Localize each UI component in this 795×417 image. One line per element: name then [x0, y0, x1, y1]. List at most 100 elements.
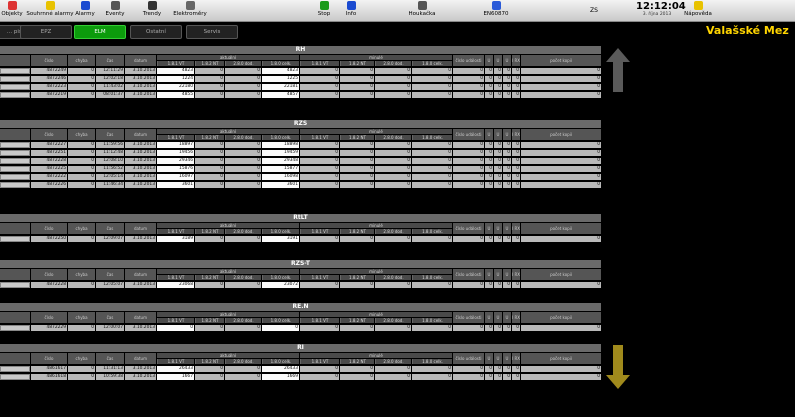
toolbar-help-button[interactable]: Nápověda — [683, 1, 713, 21]
column-header: 1.8.2 NT — [340, 275, 374, 280]
column-header — [0, 223, 30, 234]
column-header: U RX — [485, 223, 493, 242]
row-select-button[interactable] — [0, 182, 30, 188]
meter-id: 4872228 — [31, 158, 67, 164]
reading-value: 16097 — [157, 174, 194, 180]
time-value: 10:59:38 — [96, 374, 124, 380]
column-header: I RX — [512, 353, 520, 364]
reading-value: 26433 — [157, 366, 194, 372]
column-header: 1.8.1 VT — [300, 135, 339, 140]
column-header: číslo události — [453, 55, 484, 66]
row-select-button[interactable] — [0, 325, 30, 331]
tab-4[interactable]: Servis — [186, 25, 238, 39]
toolbar-network-button[interactable]: EN60870 — [478, 1, 514, 21]
reading-value: 19459 — [262, 150, 299, 156]
reading-value: 19456 — [157, 150, 194, 156]
column-header: 1.8.0 celk. — [262, 229, 299, 234]
column-header: číslo — [31, 223, 67, 234]
column-header: 1.8.1 VT — [157, 135, 194, 140]
flag-value: 0 — [485, 158, 493, 164]
row-select-button[interactable] — [0, 174, 30, 180]
toolbar-horn-button[interactable]: Houkačka — [404, 1, 440, 21]
row-select-button[interactable] — [0, 150, 30, 156]
tab-1[interactable]: EPZ — [20, 25, 72, 39]
event-number: 0 — [453, 182, 484, 188]
column-header: U RX — [503, 129, 511, 148]
copy-count: 0 — [521, 374, 601, 380]
reading-value: 0 — [195, 84, 224, 90]
reading-value: 0 — [375, 142, 411, 148]
reading-value: 1225 — [262, 76, 299, 82]
meter-id: 4872225 — [31, 166, 67, 172]
date-value: 3.10.2013 — [125, 150, 156, 156]
column-header — [0, 55, 30, 66]
date-value: 3.10.2013 — [125, 166, 156, 172]
reading-value: 0 — [225, 166, 261, 172]
tab-3[interactable]: Ostatní — [130, 25, 182, 39]
time-value: 11:56:52 — [96, 166, 124, 172]
toolbar-trends-button[interactable]: Trendy — [138, 1, 166, 21]
flag-value: 0 — [494, 84, 502, 90]
toolbar-label: Info — [345, 11, 357, 17]
reading-value: 0 — [340, 150, 374, 156]
reading-value: 0 — [195, 325, 224, 331]
date-value: 3.10.2013 — [125, 174, 156, 180]
toolbar-alarms-button[interactable]: Alarmy — [72, 1, 98, 21]
meter-id: 4861618 — [31, 374, 67, 380]
column-header: U RX — [485, 269, 493, 288]
reading-value: 0 — [340, 174, 374, 180]
objects-icon — [7, 1, 17, 10]
flag-value: 0 — [512, 142, 520, 148]
column-header-row: číslo chyba čas datum aktuální minulé 1.8.1 VT… — [0, 223, 601, 242]
tab-2[interactable]: ELM — [74, 25, 126, 39]
toolbar-summary-alarms-button[interactable]: Souhrnné alarmy — [26, 1, 74, 21]
toolbar-objects-button[interactable]: Objekty — [0, 1, 24, 21]
reading-value: 0 — [300, 325, 339, 331]
row-select-button[interactable] — [0, 366, 30, 372]
reading-value: 29348 — [262, 158, 299, 164]
electricity-meters-icon — [185, 1, 195, 10]
toolbar-electricity-meters-button[interactable]: Elektroměry — [170, 1, 210, 21]
row-select-button[interactable] — [0, 142, 30, 148]
meter-id: 4872227 — [31, 142, 67, 148]
row-select-button[interactable] — [0, 68, 30, 74]
flag-value: 0 — [512, 166, 520, 172]
row-select-button[interactable] — [0, 374, 30, 380]
row-select-button[interactable] — [0, 92, 30, 98]
row-select-button[interactable] — [0, 158, 30, 164]
scroll-down-arrow-icon[interactable] — [606, 345, 630, 389]
copy-count: 0 — [521, 166, 601, 172]
time-value: 08:01:37 — [96, 92, 124, 98]
event-number: 0 — [453, 76, 484, 82]
row-select-button[interactable] — [0, 76, 30, 82]
column-header: U RX — [503, 353, 511, 372]
reading-value: 0 — [340, 166, 374, 172]
meter-section: RH číslo chyba čas datum aktuální minulé 1.8.1 … — [0, 46, 601, 98]
flag-value: 0 — [494, 68, 502, 74]
toolbar-info-button[interactable]: Info — [340, 1, 362, 21]
row-select-button[interactable] — [0, 166, 30, 172]
toolbar-stop-button[interactable]: Stop — [312, 1, 336, 21]
table-row: 4872228 0 12:05:07 3.10.2013 23068 0 0 23072 0 0 0… — [0, 282, 601, 289]
flag-value: 0 — [503, 166, 511, 172]
date-value: 3.10.2013 — [125, 76, 156, 82]
column-header: 1.8.2 NT — [195, 275, 224, 280]
flag-value: 0 — [485, 282, 493, 288]
horn-icon — [417, 1, 427, 10]
error-value: 0 — [68, 68, 95, 74]
reading-value: 0 — [300, 142, 339, 148]
flag-value: 0 — [512, 236, 520, 242]
toolbar-events-button[interactable]: Eventy — [102, 1, 128, 21]
row-select-button[interactable] — [0, 282, 30, 288]
column-header: 1.8.2 NT — [340, 229, 374, 234]
column-header: 1.8.2 NT — [340, 318, 374, 323]
time-value: 12:00:07 — [96, 325, 124, 331]
row-select-button[interactable] — [0, 84, 30, 90]
reading-value: 22181 — [262, 84, 299, 90]
event-number: 0 — [453, 166, 484, 172]
error-value: 0 — [68, 174, 95, 180]
copy-count: 0 — [521, 150, 601, 156]
row-select-button[interactable] — [0, 236, 30, 242]
column-header: U RX — [485, 55, 493, 74]
scroll-up-arrow-icon[interactable] — [606, 48, 630, 92]
